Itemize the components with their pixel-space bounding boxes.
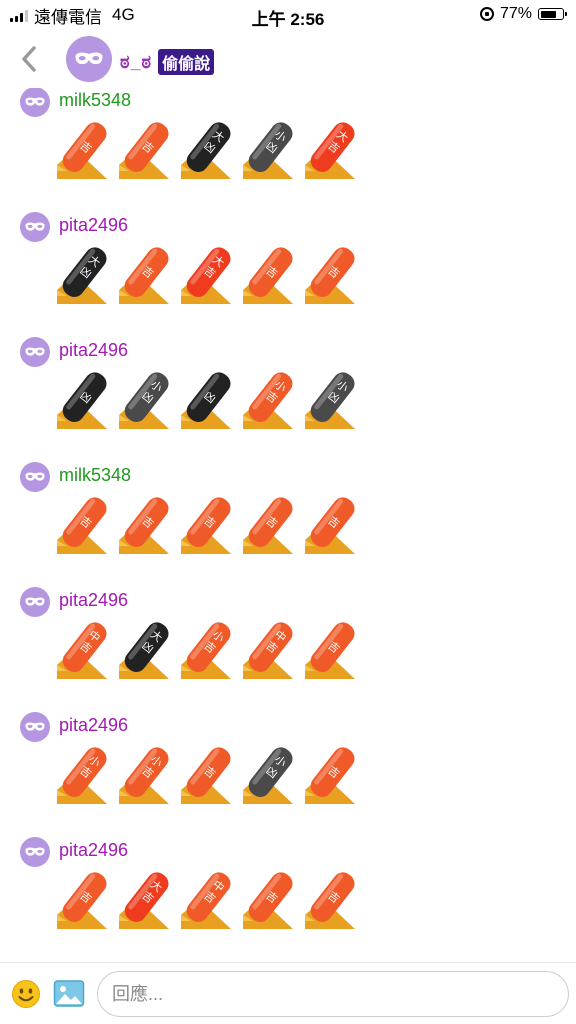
fortune-stick-sticker: 吉: [181, 496, 231, 554]
chat-message: pita2496 吉大吉中吉吉吉: [0, 837, 576, 937]
fortune-stick-sticker: 吉: [57, 871, 107, 929]
fortune-sticks: 吉大吉中吉吉吉: [57, 871, 355, 931]
user-avatar[interactable]: [20, 462, 50, 492]
user-avatar[interactable]: [20, 587, 50, 617]
username[interactable]: pita2496: [59, 590, 128, 611]
emoji-button[interactable]: [11, 979, 41, 1009]
mask-icon: [75, 52, 103, 65]
fortune-stick-sticker: 小吉: [57, 746, 107, 804]
user-avatar[interactable]: [20, 712, 50, 742]
mask-icon: [25, 97, 45, 106]
fortune-stick-sticker: 大吉: [181, 246, 231, 304]
fortune-stick-sticker: 吉: [119, 496, 169, 554]
status-bar: 遠傳電信 4G 上午 2:56 77%: [0, 0, 576, 30]
fortune-stick-sticker: 吉: [305, 871, 355, 929]
fortune-stick-sticker: 吉: [305, 496, 355, 554]
battery-icon: [538, 8, 567, 20]
chat-message: pita2496 中吉大凶小吉中吉吉: [0, 587, 576, 687]
back-button[interactable]: [16, 44, 42, 74]
fortune-stick-sticker: 小凶: [243, 121, 293, 179]
fortune-stick-sticker: 吉: [119, 121, 169, 179]
battery-percent: 77%: [499, 5, 532, 22]
fortune-stick-sticker: 中吉: [243, 621, 293, 679]
header-emoji: ಠ_ಠ: [120, 51, 153, 72]
fortune-stick-sticker: 大吉: [305, 121, 355, 179]
fortune-sticks: 中吉大凶小吉中吉吉: [57, 621, 355, 681]
mask-icon: [25, 847, 45, 856]
mask-icon: [25, 472, 45, 481]
username[interactable]: pita2496: [59, 715, 128, 736]
fortune-stick-sticker: 吉: [305, 746, 355, 804]
chevron-left-icon: [22, 46, 36, 72]
fortune-stick-sticker: 大凶: [57, 246, 107, 304]
fortune-stick-sticker: 小吉: [181, 621, 231, 679]
user-avatar[interactable]: [20, 212, 50, 242]
chat-message: milk5348 吉吉吉吉吉: [0, 462, 576, 562]
fortune-stick-sticker: 大凶: [119, 621, 169, 679]
fortune-stick-sticker: 吉: [57, 496, 107, 554]
image-button[interactable]: [53, 979, 85, 1009]
fortune-stick-sticker: 凶: [57, 371, 107, 429]
fortune-sticks: 大凶吉大吉吉吉: [57, 246, 355, 306]
fortune-stick-sticker: 吉: [243, 871, 293, 929]
status-right: 77%: [479, 5, 567, 23]
chat-message: milk5348 吉吉大凶小凶大吉: [0, 88, 576, 187]
username[interactable]: milk5348: [59, 465, 131, 486]
header-avatar[interactable]: [66, 36, 112, 82]
smile-icon: [12, 980, 40, 1008]
fortune-stick-sticker: 吉: [57, 121, 107, 179]
fortune-sticks: 吉吉吉吉吉: [57, 496, 355, 556]
fortune-stick-sticker: 中吉: [181, 871, 231, 929]
mask-icon: [25, 597, 45, 606]
username[interactable]: pita2496: [59, 215, 128, 236]
fortune-stick-sticker: 吉: [119, 246, 169, 304]
user-avatar[interactable]: [20, 837, 50, 867]
fortune-stick-sticker: 吉: [181, 746, 231, 804]
chat-message: pita2496 凶小凶凶小吉小凶: [0, 337, 576, 437]
header-title: ಠ_ಠ 偷偷說: [120, 49, 215, 75]
fortune-stick-sticker: 吉: [243, 496, 293, 554]
board-badge: 偷偷說: [158, 49, 215, 75]
chat-message: pita2496 小吉小吉吉小凶吉: [0, 712, 576, 812]
fortune-stick-sticker: 小吉: [119, 746, 169, 804]
fortune-stick-sticker: 大凶: [181, 121, 231, 179]
reply-bar: [0, 962, 576, 1024]
fortune-stick-sticker: 小吉: [243, 371, 293, 429]
mask-icon: [25, 347, 45, 356]
chat-message: pita2496 大凶吉大吉吉吉: [0, 212, 576, 312]
orientation-lock-icon: [479, 7, 494, 21]
chat-list[interactable]: milk5348 吉吉大凶小凶大吉 pita2496 大凶吉大吉吉吉 pita2496 凶…: [0, 88, 576, 962]
chat-header: ಠ_ಠ 偷偷說: [0, 30, 576, 88]
reply-input[interactable]: [97, 971, 569, 1017]
fortune-stick-sticker: 凶: [181, 371, 231, 429]
user-avatar[interactable]: [20, 88, 50, 117]
fortune-stick-sticker: 小凶: [305, 371, 355, 429]
username[interactable]: pita2496: [59, 840, 128, 861]
fortune-sticks: 凶小凶凶小吉小凶: [57, 371, 355, 431]
mask-icon: [25, 722, 45, 731]
fortune-stick-sticker: 小凶: [243, 746, 293, 804]
fortune-stick-sticker: 吉: [305, 246, 355, 304]
username[interactable]: pita2496: [59, 340, 128, 361]
fortune-stick-sticker: 小凶: [119, 371, 169, 429]
username[interactable]: milk5348: [59, 90, 131, 111]
fortune-stick-sticker: 中吉: [57, 621, 107, 679]
user-avatar[interactable]: [20, 337, 50, 367]
fortune-sticks: 吉吉大凶小凶大吉: [57, 121, 355, 181]
mask-icon: [25, 222, 45, 231]
fortune-stick-sticker: 吉: [305, 621, 355, 679]
fortune-stick-sticker: 大吉: [119, 871, 169, 929]
image-icon: [53, 980, 85, 1007]
fortune-stick-sticker: 吉: [243, 246, 293, 304]
fortune-sticks: 小吉小吉吉小凶吉: [57, 746, 355, 806]
